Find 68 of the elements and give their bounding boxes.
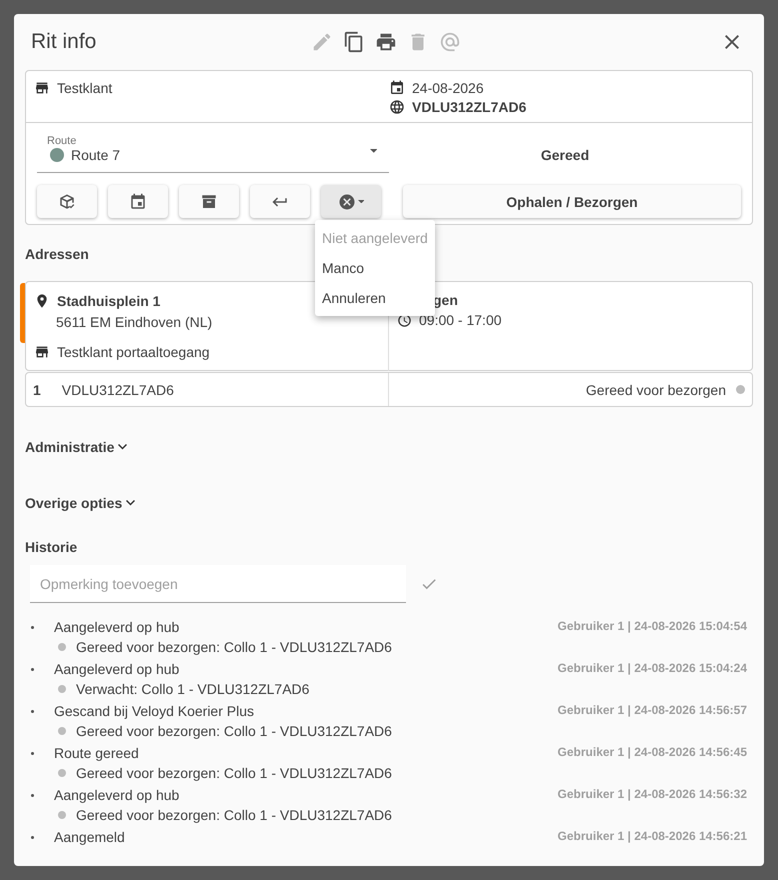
history-event: Aangeleverd op hub	[54, 661, 180, 677]
history-meta: Gebruiker 1 | 24-08-2026 14:56:32	[558, 786, 748, 801]
route-select[interactable]: Route Route 7	[37, 135, 389, 173]
menu-item[interactable]: Manco	[315, 253, 435, 283]
dialog-title: Rit info	[31, 30, 98, 54]
history-event: Gescand bij Veloyd Koerier Plus	[54, 703, 254, 719]
calendar-icon	[389, 80, 405, 96]
calendar-icon	[129, 192, 147, 210]
parcel-number: 1	[33, 382, 41, 398]
city-text: 5611 EM Eindhoven (NL)	[55, 314, 214, 330]
store-icon	[34, 80, 50, 96]
calendar-button[interactable]	[108, 185, 168, 218]
copy-button[interactable]	[343, 31, 365, 53]
history-detail: Gereed voor bezorgen: Collo 1 - VDLU312ZL7AD6	[76, 723, 392, 739]
collapsible-section-toggle[interactable]: Overige opties	[25, 483, 136, 523]
section-heading: Adressen	[25, 245, 89, 264]
parcel-code: VDLU312ZL7AD6	[62, 382, 174, 398]
parcel-status: Gereed voor bezorgen	[586, 382, 726, 398]
bullet-icon	[31, 836, 34, 838]
history-detail: Gereed voor bezorgen: Collo 1 - VDLU312ZL7AD6	[76, 807, 392, 823]
history-meta: Gebruiker 1 | 24-08-2026 15:04:24	[558, 660, 748, 675]
bullet-dot-icon	[58, 643, 66, 651]
bullet-dot-icon	[58, 685, 66, 693]
bullet-icon	[31, 668, 34, 670]
caret-icon	[358, 200, 364, 204]
date-text: 24-08-2026	[412, 80, 484, 96]
tracking-code: VDLU312ZL7AD6	[412, 98, 526, 114]
printer-button[interactable]	[375, 31, 397, 53]
comment-input[interactable]: Opmerking toevoegen	[30, 565, 406, 603]
at-sign-icon	[439, 31, 461, 53]
street-address: Stadhuisplein 1	[57, 293, 160, 309]
status-text: Gereed	[540, 147, 590, 163]
globe-icon	[389, 98, 405, 114]
history-meta: Gebruiker 1 | 24-08-2026 15:04:54	[558, 618, 748, 633]
cancel-menu-button[interactable]	[321, 185, 381, 218]
customer-name: Testklant	[57, 80, 112, 96]
history-detail: Gereed voor bezorgen: Collo 1 - VDLU312ZL7AD6	[76, 765, 392, 781]
bullet-dot-icon	[58, 811, 66, 819]
bullet-icon	[31, 794, 34, 796]
copy-icon	[343, 31, 365, 53]
printer-icon	[375, 31, 397, 53]
bullet-icon	[31, 626, 34, 628]
caret-icon	[370, 149, 377, 153]
pencil-icon	[311, 31, 333, 53]
bullet-dot-icon	[58, 769, 66, 777]
section-heading: Historie	[25, 539, 78, 555]
time-window: 09:00 - 17:00	[419, 312, 502, 328]
contact-name: Testklant portaaltoegang	[57, 344, 210, 360]
history-detail: Verwacht: Collo 1 - VDLU312ZL7AD6	[76, 681, 310, 697]
store-icon	[34, 344, 50, 360]
history-event: Route gereed	[54, 745, 139, 761]
history-event: Aangeleverd op hub	[54, 787, 180, 803]
history-event: Aangeleverd op hub	[54, 619, 180, 635]
collapsible-section-toggle[interactable]: Administratie	[25, 427, 128, 467]
bullet-icon	[31, 710, 34, 712]
package-check-button[interactable]	[37, 185, 97, 218]
archive-box-button[interactable]	[179, 185, 239, 218]
history-event: Aangemeld	[54, 829, 125, 845]
history-detail: Gereed voor bezorgen: Collo 1 - VDLU312ZL7AD6	[76, 639, 392, 655]
bullet-icon	[31, 752, 34, 754]
bullet-dot-icon	[58, 727, 66, 735]
menu-item[interactable]: Annuleren	[315, 283, 435, 313]
history-meta: Gebruiker 1 | 24-08-2026 14:56:45	[558, 744, 748, 759]
history-meta: Gebruiker 1 | 24-08-2026 14:56:57	[558, 702, 748, 717]
package-check-icon	[58, 192, 76, 210]
history-meta: Gebruiker 1 | 24-08-2026 14:56:21	[558, 828, 748, 843]
pickup-deliver-button[interactable]: Ophalen / Bezorgen	[403, 185, 741, 218]
archive-box-icon	[200, 192, 218, 210]
